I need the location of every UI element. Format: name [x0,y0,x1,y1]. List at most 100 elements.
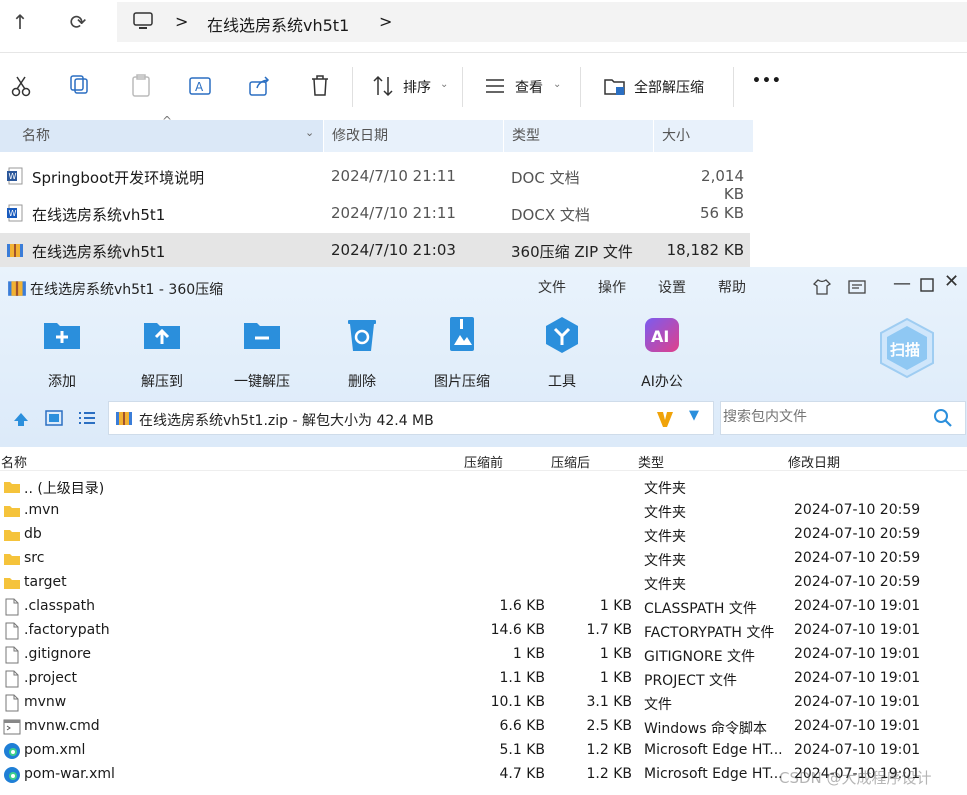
archive-row[interactable]: db 文件夹 2024-07-10 20:59 [0,523,967,547]
archive-item-size-before: 4.7 KB [499,766,546,782]
archive-row[interactable]: mvnw 10.1 KB 3.1 KB 文件 2024-07-10 19:01 [0,691,967,715]
maximize-button[interactable] [920,278,934,292]
column-size-after[interactable]: 压缩后 [551,452,590,471]
extract-all-button[interactable]: 全部解压缩 [634,77,704,97]
one-click-extract-icon [244,323,280,349]
skin-shirt-icon[interactable] [812,277,832,297]
column-type[interactable]: 类型 [504,120,654,152]
image-compress-button[interactable]: 图片压缩 [422,315,502,391]
zip-window: 在线选房系统vh5t1 - 360压缩 文件 操作 设置 帮助 — ✕ 添加 解… [0,267,967,795]
file-row-selected[interactable]: 在线选房系统vh5t1 2024/7/10 21:03 360压缩 ZIP 文件… [0,233,750,267]
view-button[interactable]: 查看 [515,77,543,97]
delete-button[interactable]: 删除 [322,315,402,391]
view-icon[interactable] [482,73,508,99]
ai-office-label: AI办公 [641,374,683,390]
sort-icon[interactable] [370,73,396,99]
zip-archive-icon [116,412,132,425]
menu-operation[interactable]: 操作 [598,277,626,297]
file-icon [5,670,19,688]
column-type[interactable]: 类型 [638,452,664,471]
svg-text:A: A [195,80,204,94]
archive-row[interactable]: mvnw.cmd 6.6 KB 2.5 KB Windows 命令脚本 2024-07-… [0,715,967,739]
cut-icon[interactable] [8,73,34,99]
file-icon [5,622,19,640]
archive-item-type: 文件 [644,697,672,713]
copy-icon[interactable] [67,73,93,99]
scan-button[interactable]: 扫描 [876,317,938,379]
more-options-button[interactable]: ••• [752,73,782,89]
file-type: DOCX 文档 [511,206,590,224]
breadcrumb-separator[interactable]: > [175,12,188,31]
menu-help[interactable]: 帮助 [718,277,746,297]
archive-item-size-after: 1.7 KB [586,622,633,638]
share-icon[interactable] [247,73,273,99]
v-logo-icon[interactable] [655,409,675,429]
sort-button[interactable]: 排序 [403,77,431,97]
archive-row[interactable]: target 文件夹 2024-07-10 20:59 [0,571,967,595]
archive-row[interactable]: .gitignore 1 KB 1 KB GITIGNORE 文件 2024-07-10… [0,643,967,667]
add-button[interactable]: 添加 [22,315,102,391]
minimize-button[interactable]: — [893,273,911,294]
archive-row[interactable]: src 文件夹 2024-07-10 20:59 [0,547,967,571]
archive-row[interactable]: .mvn 文件夹 2024-07-10 20:59 [0,499,967,523]
extract-to-button[interactable]: 解压到 [122,315,202,391]
column-modified[interactable]: 修改日期 [788,452,840,471]
archive-item-type: 文件夹 [644,553,686,569]
image-compress-label: 图片压缩 [434,374,490,390]
breadcrumb-folder[interactable]: 在线选房系统vh5t1 [207,12,349,36]
archive-item-name: pom-war.xml [24,766,115,782]
menu-file[interactable]: 文件 [538,277,566,297]
svg-text:W: W [9,172,17,181]
file-row[interactable]: W 在线选房系统vh5t1 2024/7/10 21:11 DOCX 文档 56… [0,196,750,230]
chevron-down-icon: ⌄ [305,126,315,139]
file-modified: 2024/7/10 21:03 [331,241,456,259]
address-bar[interactable]: > 在线选房系统vh5t1 > [117,2,967,42]
column-modified[interactable]: 修改日期 [324,120,504,152]
archive-item-name: .project [24,670,78,686]
column-header: 名称 ^ ⌄ 修改日期 类型 大小 [0,114,967,152]
up-arrow-icon[interactable]: ↑ [6,8,34,36]
archive-item-type: 文件夹 [644,505,686,521]
column-name[interactable]: 名称 [1,452,27,471]
one-click-extract-button[interactable]: 一键解压 [222,315,302,391]
folder-icon [4,530,20,541]
archive-row[interactable]: pom.xml 5.1 KB 1.2 KB Microsoft Edge HT... 2… [0,739,967,763]
archive-search-input[interactable] [723,409,923,425]
file-modified: 2024/7/10 21:11 [331,167,456,185]
tools-button[interactable]: 工具 [522,315,602,391]
recycle-bin-icon [348,320,376,351]
dropdown-arrow-icon[interactable]: ▼ [689,408,699,423]
archive-row[interactable]: .factorypath 14.6 KB 1.7 KB FACTORYPATH 文件 2… [0,619,967,643]
close-button[interactable]: ✕ [944,271,959,292]
archive-item-name: pom.xml [24,742,86,758]
file-type: DOC 文档 [511,169,580,187]
archive-item-modified: 2024-07-10 19:01 [794,622,921,638]
archive-item-size-before: 6.6 KB [499,718,546,734]
menu-settings[interactable]: 设置 [658,277,686,297]
archive-row[interactable]: .classpath 1.6 KB 1 KB CLASSPATH 文件 2024-07-… [0,595,967,619]
list-view-icon[interactable] [78,410,96,426]
column-size[interactable]: 大小 [654,120,754,152]
column-size-before[interactable]: 压缩前 [464,452,503,471]
archive-search-box[interactable] [720,401,966,435]
feedback-icon[interactable] [847,277,867,297]
archive-item-type: GITIGNORE 文件 [644,649,756,665]
thumbnail-view-icon[interactable] [45,410,63,426]
extract-all-icon[interactable] [602,73,628,99]
zip-app-icon [8,281,26,296]
rename-icon[interactable]: A [187,73,213,99]
word-doc-icon: W [7,167,23,185]
search-icon[interactable] [933,408,953,428]
archive-item-size-before: 10.1 KB [490,694,545,710]
delete-icon[interactable] [307,73,333,99]
up-level-icon[interactable] [12,410,30,428]
zip-header: 在线选房系统vh5t1 - 360压缩 文件 操作 设置 帮助 — ✕ 添加 解… [0,267,967,447]
archive-path-bar[interactable]: 在线选房系统vh5t1.zip - 解包大小为 42.4 MB ▼ [108,401,714,435]
archive-row[interactable]: .. (上级目录) 文件夹 [0,475,967,499]
ai-office-button[interactable]: AI AI办公 [622,315,702,391]
breadcrumb-separator[interactable]: > [379,12,392,31]
archive-row[interactable]: .project 1.1 KB 1 KB PROJECT 文件 2024-07-10 1… [0,667,967,691]
archive-item-name: src [24,550,45,566]
file-row[interactable]: W Springboot开发环境说明 2024/7/10 21:11 DOC 文… [0,159,750,203]
refresh-icon[interactable]: ⟳ [64,8,92,36]
